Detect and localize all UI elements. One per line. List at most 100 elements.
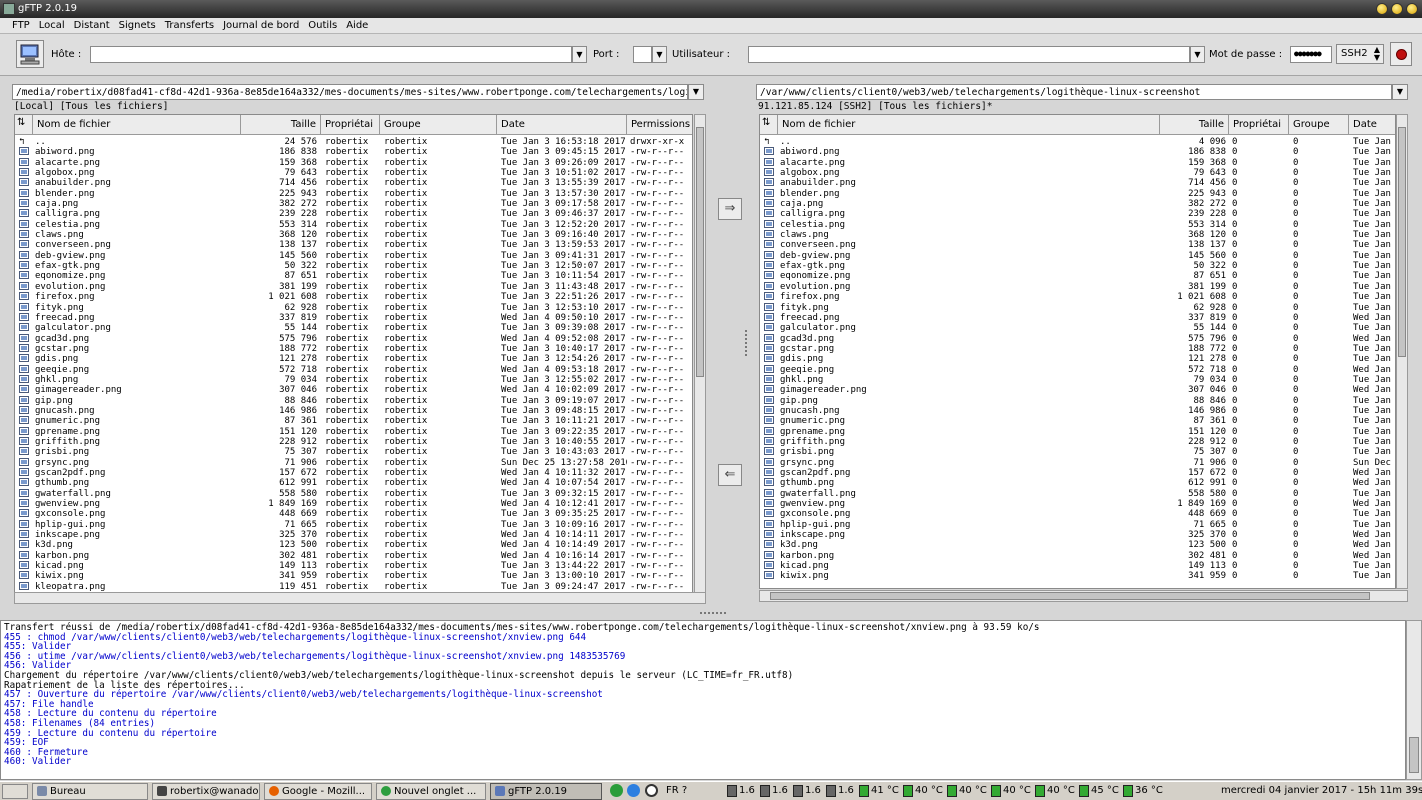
file-row[interactable]: gcstar.png 188 772 0 0 Tue Jan xyxy=(760,343,1395,354)
stop-button[interactable] xyxy=(1390,42,1412,66)
remote-col-date[interactable]: Date xyxy=(1349,115,1395,135)
file-row[interactable]: grsync.png 71 906 robertix robertix Sun Dec … xyxy=(15,457,692,468)
file-row[interactable]: caja.png 382 272 robertix robertix Tue Jan 3… xyxy=(15,199,692,209)
file-row[interactable]: gprename.png 151 120 0 0 Tue Jan xyxy=(760,426,1395,437)
file-row[interactable]: gimagereader.png 307 046 0 0 Wed Jan xyxy=(760,385,1395,395)
file-row[interactable]: ghkl.png 79 034 robertix robertix Tue Jan 3 … xyxy=(15,374,692,385)
task-bureau[interactable]: Bureau xyxy=(32,783,148,800)
col-date[interactable]: Date xyxy=(497,115,627,135)
file-row[interactable]: gcstar.png 188 772 robertix robertix Tue Jan… xyxy=(15,343,692,354)
remote-col-group[interactable]: Groupe xyxy=(1289,115,1349,135)
file-row[interactable]: ↰.. 24 576 robertix robertix Tue Jan 3 16:53… xyxy=(15,137,692,147)
file-row[interactable]: gdis.png 121 278 0 0 Tue Jan xyxy=(760,354,1395,364)
file-row[interactable]: gthumb.png 612 991 robertix robertix Wed Jan… xyxy=(15,478,692,488)
file-row[interactable]: eqonomize.png 87 651 0 0 Tue Jan xyxy=(760,271,1395,281)
file-row[interactable]: grisbi.png 75 307 robertix robertix Tue Jan … xyxy=(15,447,692,457)
file-row[interactable]: hplip-gui.png 71 665 0 0 Tue Jan xyxy=(760,519,1395,530)
port-dropdown-icon[interactable]: ▼ xyxy=(652,46,667,63)
minimize-icon[interactable] xyxy=(1376,3,1388,15)
file-row[interactable]: gcad3d.png 575 796 robertix robertix Wed Jan… xyxy=(15,333,692,344)
remote-file-list[interactable]: ⇅ Nom de fichier Taille Propriétai Group… xyxy=(759,114,1396,589)
col-owner[interactable]: Propriétai xyxy=(321,115,380,135)
file-row[interactable]: gthumb.png 612 991 0 0 Wed Jan xyxy=(760,478,1395,488)
pane-resize-handle[interactable] xyxy=(745,330,749,356)
remote-path-input[interactable]: /var/www/clients/client0/web3/web/telech… xyxy=(756,84,1392,100)
file-row[interactable]: freecad.png 337 819 0 0 Wed Jan xyxy=(760,312,1395,323)
file-row[interactable]: algobox.png 79 643 0 0 Tue Jan xyxy=(760,168,1395,178)
col-group[interactable]: Groupe xyxy=(380,115,497,135)
file-row[interactable]: gwaterfall.png 558 580 0 0 Tue Jan xyxy=(760,488,1395,499)
user-dropdown-icon[interactable]: ▼ xyxy=(1190,46,1205,63)
file-row[interactable]: ↰.. 4 096 0 0 Tue Jan xyxy=(760,137,1395,147)
file-row[interactable]: kleopatra.png 119 451 robertix robertix Tue … xyxy=(15,581,692,592)
remote-hscrollbar[interactable] xyxy=(759,590,1408,602)
file-row[interactable]: celestia.png 553 314 robertix robertix Tue J… xyxy=(15,219,692,230)
file-row[interactable]: gxconsole.png 448 669 robertix robertix Tue … xyxy=(15,509,692,519)
local-file-list[interactable]: ⇅ Nom de fichier Taille Propriétai Group… xyxy=(14,114,693,604)
file-row[interactable]: gscan2pdf.png 157 672 0 0 Wed Jan xyxy=(760,468,1395,478)
local-scroll-thumb[interactable] xyxy=(696,127,704,377)
local-hscrollbar[interactable] xyxy=(14,592,706,604)
file-row[interactable]: calligra.png 239 228 robertix robertix Tue J… xyxy=(15,209,692,219)
file-row[interactable]: firefox.png 1 021 608 robertix robertix Tue … xyxy=(15,292,692,302)
remote-scroll-thumb[interactable] xyxy=(1398,127,1406,357)
network-tray-icon[interactable] xyxy=(610,784,623,797)
file-row[interactable]: fityk.png 62 928 0 0 Tue Jan xyxy=(760,302,1395,313)
connect-computer-icon[interactable] xyxy=(16,40,44,68)
file-row[interactable]: celestia.png 553 314 0 0 Tue Jan xyxy=(760,219,1395,230)
local-vscrollbar[interactable] xyxy=(694,114,706,604)
file-row[interactable]: grsync.png 71 906 0 0 Sun Dec xyxy=(760,457,1395,468)
file-row[interactable]: gip.png 88 846 robertix robertix Tue Jan 3 0… xyxy=(15,395,692,406)
file-row[interactable]: anabuilder.png 714 456 0 0 Tue Jan xyxy=(760,178,1395,188)
file-row[interactable]: gwenview.png 1 849 169 0 0 Wed Jan xyxy=(760,499,1395,509)
task-firefox[interactable]: Google - Mozill... xyxy=(264,783,372,800)
maximize-icon[interactable] xyxy=(1391,3,1403,15)
file-row[interactable]: gprename.png 151 120 robertix robertix Tue J… xyxy=(15,426,692,437)
task-chrome[interactable]: Nouvel onglet ... xyxy=(376,783,486,800)
file-row[interactable]: freecad.png 337 819 robertix robertix Wed Ja… xyxy=(15,312,692,323)
log-panel[interactable]: Transfert réussi de /media/robertix/d08f… xyxy=(0,620,1406,780)
file-row[interactable]: geeqie.png 572 718 robertix robertix Wed Jan… xyxy=(15,364,692,375)
col-size[interactable]: Taille xyxy=(241,115,321,135)
remote-col-owner[interactable]: Propriétai xyxy=(1229,115,1289,135)
file-row[interactable]: kicad.png 149 113 robertix robertix Tue Jan … xyxy=(15,561,692,571)
file-row[interactable]: gnumeric.png 87 361 robertix robertix Tue Ja… xyxy=(15,416,692,426)
file-row[interactable]: k3d.png 123 500 robertix robertix Wed Jan 4 … xyxy=(15,540,692,550)
file-row[interactable]: anabuilder.png 714 456 robertix robertix Tue… xyxy=(15,178,692,188)
file-row[interactable]: kiwix.png 341 959 0 0 Tue Jan xyxy=(760,571,1395,581)
file-row[interactable]: gcad3d.png 575 796 0 0 Wed Jan xyxy=(760,333,1395,344)
file-row[interactable]: converseen.png 138 137 robertix robertix Tue… xyxy=(15,240,692,250)
file-row[interactable]: griffith.png 228 912 robertix robertix Tue J… xyxy=(15,436,692,447)
chrome-tray-icon[interactable] xyxy=(627,784,640,797)
sort-icon[interactable]: ⇅ xyxy=(15,115,33,135)
file-row[interactable]: galculator.png 55 144 0 0 Tue Jan xyxy=(760,323,1395,333)
menu-ftp[interactable]: FTP xyxy=(8,18,35,33)
file-row[interactable]: gimagereader.png 307 046 robertix robertix W… xyxy=(15,385,692,395)
file-row[interactable]: geeqie.png 572 718 0 0 Wed Jan xyxy=(760,364,1395,375)
log-scroll-thumb[interactable] xyxy=(1409,737,1419,773)
keyboard-layout[interactable]: FR ? xyxy=(666,785,687,796)
file-row[interactable]: converseen.png 138 137 0 0 Tue Jan xyxy=(760,240,1395,250)
menu-transferts[interactable]: Transferts xyxy=(161,18,219,33)
port-input[interactable] xyxy=(633,46,652,63)
download-arrow-button[interactable]: ⇐ xyxy=(718,464,742,486)
menu-distant[interactable]: Distant xyxy=(70,18,115,33)
remote-col-filename[interactable]: Nom de fichier xyxy=(778,115,1160,135)
file-row[interactable]: ghkl.png 79 034 0 0 Tue Jan xyxy=(760,374,1395,385)
file-row[interactable]: gxconsole.png 448 669 0 0 Tue Jan xyxy=(760,509,1395,519)
task-gftp[interactable]: gFTP 2.0.19 xyxy=(490,783,602,800)
remote-sort-icon[interactable]: ⇅ xyxy=(760,115,778,135)
remote-path-dropdown-icon[interactable]: ▼ xyxy=(1392,84,1408,100)
password-input[interactable]: ●●●●●●● xyxy=(1290,46,1332,63)
local-path-dropdown-icon[interactable]: ▼ xyxy=(688,84,704,100)
col-permissions[interactable]: Permissions xyxy=(627,115,692,135)
local-path-input[interactable]: /media/robertix/d08fad41-cf8d-42d1-936a-… xyxy=(12,84,688,100)
file-row[interactable]: karbon.png 302 481 0 0 Wed Jan xyxy=(760,550,1395,561)
file-row[interactable]: kicad.png 149 113 0 0 Tue Jan xyxy=(760,561,1395,571)
remote-hscroll-thumb[interactable] xyxy=(770,592,1370,600)
file-row[interactable]: hplip-gui.png 71 665 robertix robertix Tue J… xyxy=(15,519,692,530)
file-row[interactable]: gscan2pdf.png 157 672 robertix robertix Wed … xyxy=(15,468,692,478)
file-row[interactable]: gwaterfall.png 558 580 robertix robertix Tue… xyxy=(15,488,692,499)
file-row[interactable]: alacarte.png 159 368 0 0 Tue Jan xyxy=(760,157,1395,168)
host-dropdown-icon[interactable]: ▼ xyxy=(572,46,587,63)
